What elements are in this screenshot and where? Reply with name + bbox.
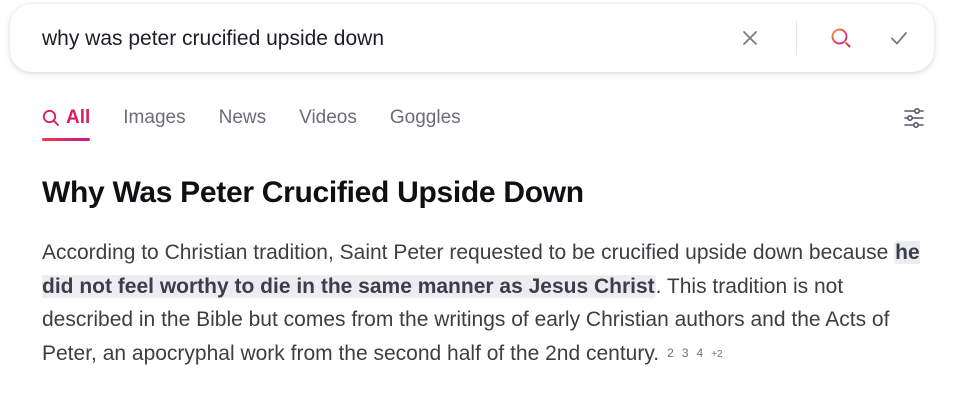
tab-label: All: [66, 107, 91, 128]
answer-title: Why Was Peter Crucified Upside Down: [42, 176, 584, 209]
tab-label: Images: [123, 107, 186, 128]
search-divider: [796, 21, 797, 55]
answer-text: According to Christian tradition, Saint …: [42, 241, 895, 264]
tab-goggles[interactable]: Goggles: [390, 104, 461, 142]
check-icon[interactable]: [888, 27, 910, 49]
tab-news[interactable]: News: [219, 104, 267, 142]
sliders-icon[interactable]: [902, 106, 926, 130]
search-tabs: All Images News Videos Goggles: [42, 104, 494, 144]
close-icon[interactable]: [739, 27, 761, 49]
citation-link[interactable]: 2: [667, 346, 674, 360]
tab-label: Videos: [299, 107, 357, 128]
search-input[interactable]: [42, 24, 722, 54]
answer-summary: According to Christian tradition, Saint …: [42, 236, 922, 371]
search-icon[interactable]: [830, 27, 852, 49]
citation-more-link[interactable]: +2: [711, 349, 722, 360]
tab-label: News: [218, 107, 267, 128]
tab-videos[interactable]: Videos: [299, 104, 357, 142]
tab-all[interactable]: All: [42, 104, 91, 142]
search-bar: [10, 4, 934, 72]
tab-label: Goggles: [389, 107, 461, 128]
tab-images[interactable]: Images: [123, 104, 185, 142]
search-icon: [42, 108, 60, 136]
citation-link[interactable]: 3: [682, 346, 689, 360]
citation-link[interactable]: 4: [697, 346, 704, 360]
